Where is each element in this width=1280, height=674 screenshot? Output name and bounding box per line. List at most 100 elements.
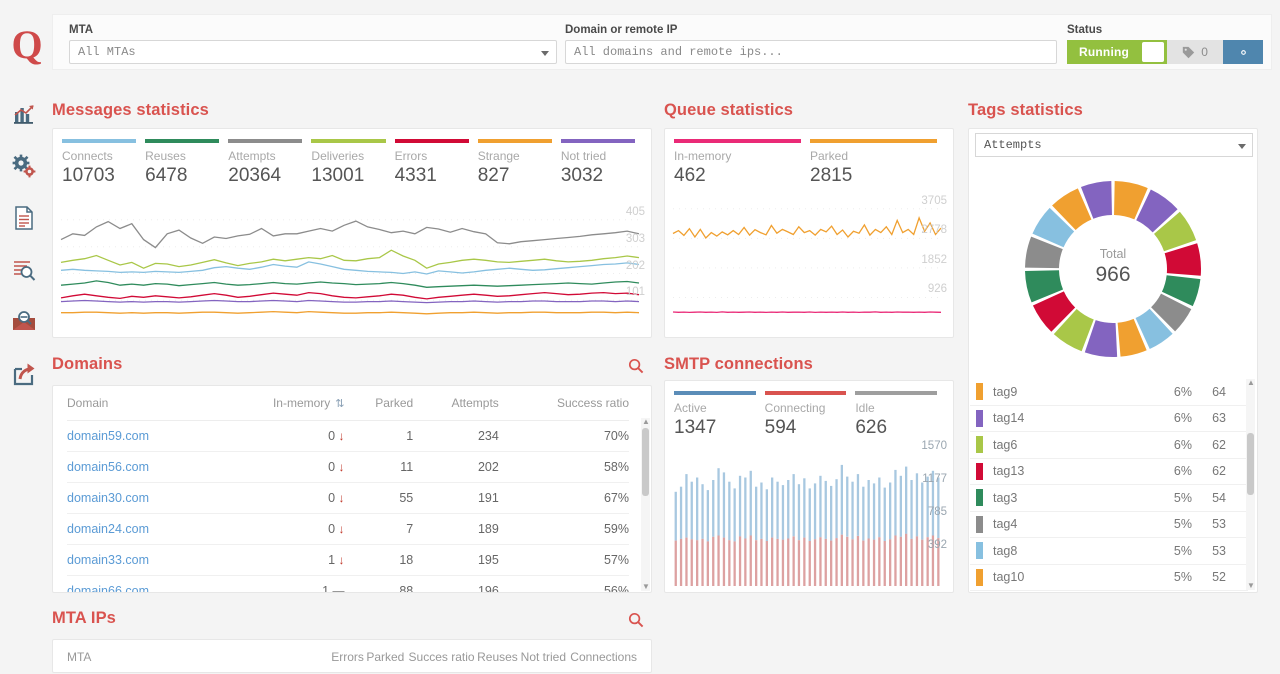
domains-scrollbar[interactable]: ▲ ▼	[641, 418, 650, 591]
sidebar-item-settings[interactable]	[0, 140, 48, 192]
column-header-not-tried[interactable]: Not tried	[518, 640, 566, 674]
tag-list-item[interactable]: tag146%63	[970, 406, 1248, 433]
bar-connecting	[723, 538, 725, 586]
domains-search-button[interactable]	[628, 358, 644, 374]
bar-active	[916, 473, 918, 536]
domain-link[interactable]: domain30.com	[67, 491, 149, 505]
domain-input[interactable]: All domains and remote ips...	[565, 40, 1057, 64]
parked-cell: 7	[345, 514, 414, 545]
domain-link[interactable]: domain56.com	[67, 460, 149, 474]
table-row[interactable]: domain24.com0 ↓718959%	[67, 514, 629, 545]
tag-color-swatch	[976, 436, 983, 453]
domain-link[interactable]: domain24.com	[67, 522, 149, 536]
table-row[interactable]: domain30.com0 ↓5519167%	[67, 483, 629, 514]
domain-cell[interactable]: domain66.com	[67, 576, 215, 593]
metric-reuses: Reuses6478	[144, 139, 227, 187]
tag-list-item[interactable]: tag45%53	[970, 512, 1248, 539]
bar-active	[830, 486, 832, 541]
tags-scrollbar[interactable]: ▲ ▼	[1246, 379, 1255, 590]
bar-connecting	[814, 539, 816, 586]
bar-active	[776, 482, 778, 539]
bar-active	[787, 480, 789, 539]
search-icon	[628, 612, 644, 628]
tag-list-item[interactable]: tag136%62	[970, 459, 1248, 486]
tags-scrollbar-thumb[interactable]	[1247, 433, 1254, 495]
column-header-succes-ratio[interactable]: Succes ratio	[404, 640, 474, 674]
domain-label: Domain or remote IP	[565, 24, 1057, 37]
sidebar-item-mail-search[interactable]	[0, 296, 48, 348]
tag-count: 62	[1192, 438, 1248, 452]
tag-list-item[interactable]: tag85%53	[970, 538, 1248, 565]
y-axis-tick-label: 303	[626, 233, 645, 245]
domains-scrollbar-thumb[interactable]	[642, 428, 649, 496]
dashboard-page: Q MTA All MTAs Domain or remote IP All d…	[0, 0, 1280, 673]
domains-table-header: DomainIn-memory⇅ParkedAttemptsSuccess ra…	[67, 386, 629, 421]
column-header-reuses[interactable]: Reuses	[475, 640, 518, 674]
bar-active	[760, 483, 762, 539]
mta-ips-search-button[interactable]	[628, 612, 644, 628]
messages-line-chart: 405303202101	[53, 187, 651, 335]
mta-ips-panel: MTAErrorsParkedSucces ratioReusesNot tri…	[52, 639, 652, 673]
chart-svg	[53, 187, 651, 335]
in-memory-cell: 0 ↓	[215, 421, 344, 452]
table-row[interactable]: domain59.com0 ↓123470%	[67, 421, 629, 452]
sidebar-item-documents[interactable]	[0, 192, 48, 244]
status-toggle[interactable]	[1139, 40, 1167, 64]
column-header-success-ratio[interactable]: Success ratio	[499, 386, 629, 421]
metric-label: Errors	[395, 150, 477, 163]
scroll-up-arrow[interactable]: ▲	[1247, 379, 1254, 387]
metric-parked: Parked2815	[809, 139, 945, 187]
y-axis-tick-label: 1177	[922, 473, 947, 485]
y-axis-tick-label: 405	[626, 206, 645, 218]
domain-cell[interactable]: domain56.com	[67, 452, 215, 483]
metric-color-bar	[311, 139, 385, 143]
domain-cell[interactable]: domain59.com	[67, 421, 215, 452]
domain-cell[interactable]: domain30.com	[67, 483, 215, 514]
bar-connecting	[776, 539, 778, 586]
metric-value: 20364	[228, 164, 310, 187]
status-running-badge[interactable]: Running	[1067, 40, 1139, 64]
sidebar-item-log-search[interactable]	[0, 244, 48, 296]
table-row[interactable]: domain56.com0 ↓1120258%	[67, 452, 629, 483]
bar-connecting	[707, 541, 709, 586]
tag-counter[interactable]: 0	[1167, 40, 1223, 64]
column-header-parked[interactable]: Parked	[364, 640, 404, 674]
mta-select[interactable]: All MTAs	[69, 40, 557, 64]
domain-link[interactable]: domain59.com	[67, 429, 149, 443]
scroll-up-arrow[interactable]: ▲	[642, 418, 649, 426]
sidebar-item-export[interactable]	[0, 348, 48, 400]
scroll-down-arrow[interactable]: ▼	[1247, 582, 1254, 590]
tag-list-item[interactable]: tag105%52	[970, 565, 1248, 592]
tag-list-item[interactable]: tag35%54	[970, 485, 1248, 512]
settings-button[interactable]	[1223, 40, 1263, 64]
bar-connecting	[755, 540, 757, 586]
in-memory-value: 1	[322, 584, 329, 592]
search-icon	[628, 358, 644, 374]
column-header-attempts[interactable]: Attempts	[413, 386, 499, 421]
column-header-connections[interactable]: Connections	[566, 640, 637, 674]
column-header-domain[interactable]: Domain	[67, 386, 215, 421]
column-header-errors[interactable]: Errors	[329, 640, 364, 674]
domain-link[interactable]: domain33.com	[67, 553, 149, 567]
bar-active	[819, 476, 821, 537]
smtp-bar-chart: 15701177785392	[665, 437, 953, 590]
domain-link[interactable]: domain66.com	[67, 584, 149, 592]
scroll-down-arrow[interactable]: ▼	[642, 583, 649, 591]
domain-cell[interactable]: domain33.com	[67, 545, 215, 576]
metric-value: 13001	[311, 164, 393, 187]
column-header-mta[interactable]: MTA	[67, 640, 329, 674]
tags-metric-select[interactable]: Attempts	[975, 133, 1253, 157]
attempts-cell: 189	[413, 514, 499, 545]
smtp-connections-panel: Active1347Connecting594Idle626 157011777…	[664, 380, 954, 593]
column-header-parked[interactable]: Parked	[345, 386, 414, 421]
gear-icon	[1236, 45, 1251, 60]
series-parked	[673, 218, 941, 238]
tag-list-item[interactable]: tag96%64	[970, 379, 1248, 406]
sidebar-item-statistics[interactable]	[0, 88, 48, 140]
y-axis-tick-label: 1570	[921, 440, 947, 452]
column-header-in-memory[interactable]: In-memory⇅	[215, 386, 344, 421]
domain-cell[interactable]: domain24.com	[67, 514, 215, 545]
table-row[interactable]: domain33.com1 ↓1819557%	[67, 545, 629, 576]
tag-list-item[interactable]: tag66%62	[970, 432, 1248, 459]
table-row[interactable]: domain66.com1 ▬8819656%	[67, 576, 629, 593]
